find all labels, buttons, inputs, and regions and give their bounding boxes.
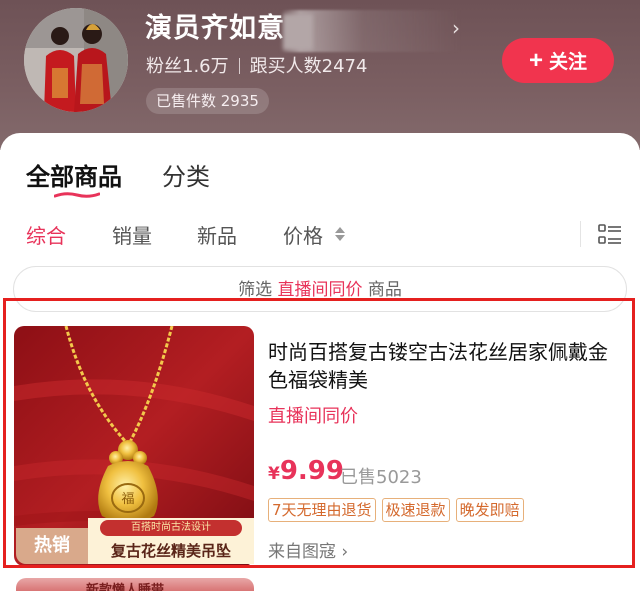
tab-category[interactable]: 分类 xyxy=(162,157,210,192)
filter-prefix: 筛选 xyxy=(238,280,273,300)
filter-suffix: 商品 xyxy=(367,280,402,300)
tab-active-underline xyxy=(54,192,100,198)
tab-category-label: 分类 xyxy=(162,163,210,191)
sort-divider xyxy=(580,221,581,247)
shop-name: 演员齐如意 xyxy=(145,13,285,44)
product-highlight-box xyxy=(3,298,635,568)
category-tabs: 全部商品 分类 xyxy=(26,157,210,198)
plus-icon: + xyxy=(528,46,543,74)
list-view-icon[interactable] xyxy=(598,223,622,245)
buyers-count: 跟买人数2474 xyxy=(249,56,368,77)
shop-header: 演员齐如意 › 粉丝1.6万 跟买人数2474 已售件数 2935 + 关注 xyxy=(0,0,640,150)
follow-button[interactable]: + 关注 xyxy=(502,38,614,83)
shop-name-chevron-icon[interactable]: › xyxy=(452,16,460,40)
name-blur-block xyxy=(283,14,313,50)
shop-avatar[interactable] xyxy=(24,8,128,112)
sort-price-label: 价格 xyxy=(283,224,323,248)
sort-updown-icon xyxy=(335,227,346,241)
next-product-peek-label: 新款懒人睡带 xyxy=(86,583,165,591)
fans-count: 粉丝1.6万 xyxy=(146,56,229,77)
sort-bar: 综合 销量 新品 价格 xyxy=(26,220,640,250)
sort-comprehensive[interactable]: 综合 xyxy=(26,220,66,249)
sold-count-badge: 已售件数 2935 xyxy=(146,88,269,114)
sort-price[interactable]: 价格 xyxy=(283,220,346,249)
tab-all-products-label: 全部商品 xyxy=(26,163,122,191)
stats-divider xyxy=(238,58,240,74)
sort-sales[interactable]: 销量 xyxy=(112,220,152,249)
filter-highlight: 直播间同价 xyxy=(277,280,363,300)
shop-stats: 粉丝1.6万 跟买人数2474 xyxy=(146,52,367,78)
tab-all-products[interactable]: 全部商品 xyxy=(26,157,122,198)
next-product-peek[interactable]: 新款懒人睡带 xyxy=(16,578,254,591)
follow-label: 关注 xyxy=(549,52,588,73)
sort-new[interactable]: 新品 xyxy=(197,220,237,249)
